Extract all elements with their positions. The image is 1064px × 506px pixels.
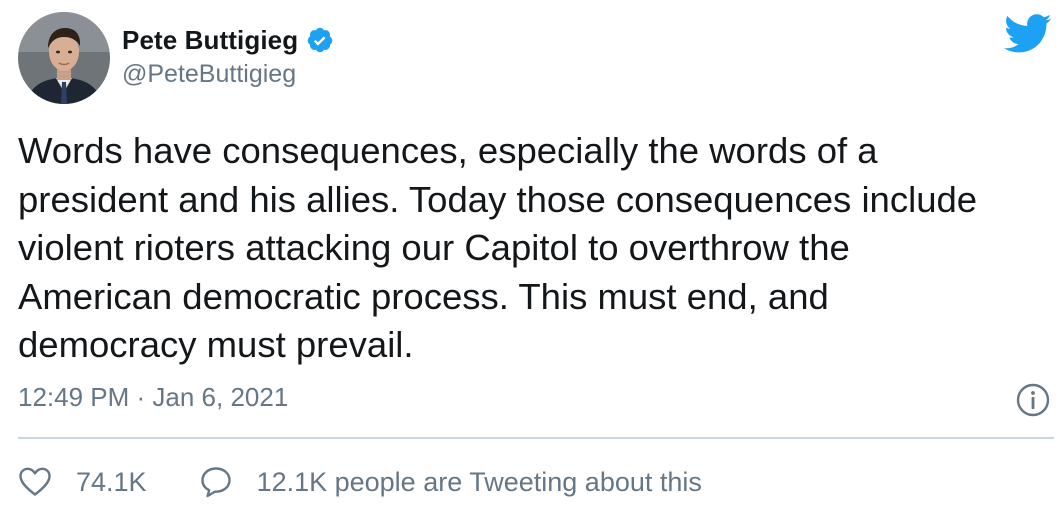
avatar[interactable] — [18, 12, 110, 104]
tweet-text: Words have consequences, especially the … — [18, 130, 978, 365]
like-count: 74.1K — [76, 466, 147, 497]
profile-photo — [18, 12, 110, 104]
twitter-bird-icon[interactable] — [1004, 14, 1052, 54]
author-name-row: Pete Buttigieg — [122, 22, 334, 58]
like-button[interactable]: 74.1K — [18, 466, 147, 498]
conversation-button[interactable]: 12.1K people are Tweeting about this — [199, 465, 702, 499]
conversation-text: 12.1K people are Tweeting about this — [256, 466, 702, 497]
author-display-name[interactable]: Pete Buttigieg — [122, 25, 298, 56]
tweet-timestamp[interactable]: 12:49 PM · Jan 6, 2021 — [18, 382, 288, 413]
author-handle[interactable]: @PeteButtigieg — [122, 60, 296, 89]
verified-badge-icon — [307, 27, 333, 53]
speech-bubble-icon — [200, 467, 231, 498]
heart-icon — [19, 467, 51, 496]
engagement-bar: 74.1K 12.1K people are Tweeting about th… — [18, 462, 702, 502]
divider — [18, 437, 1054, 439]
info-icon[interactable] — [1015, 382, 1051, 418]
